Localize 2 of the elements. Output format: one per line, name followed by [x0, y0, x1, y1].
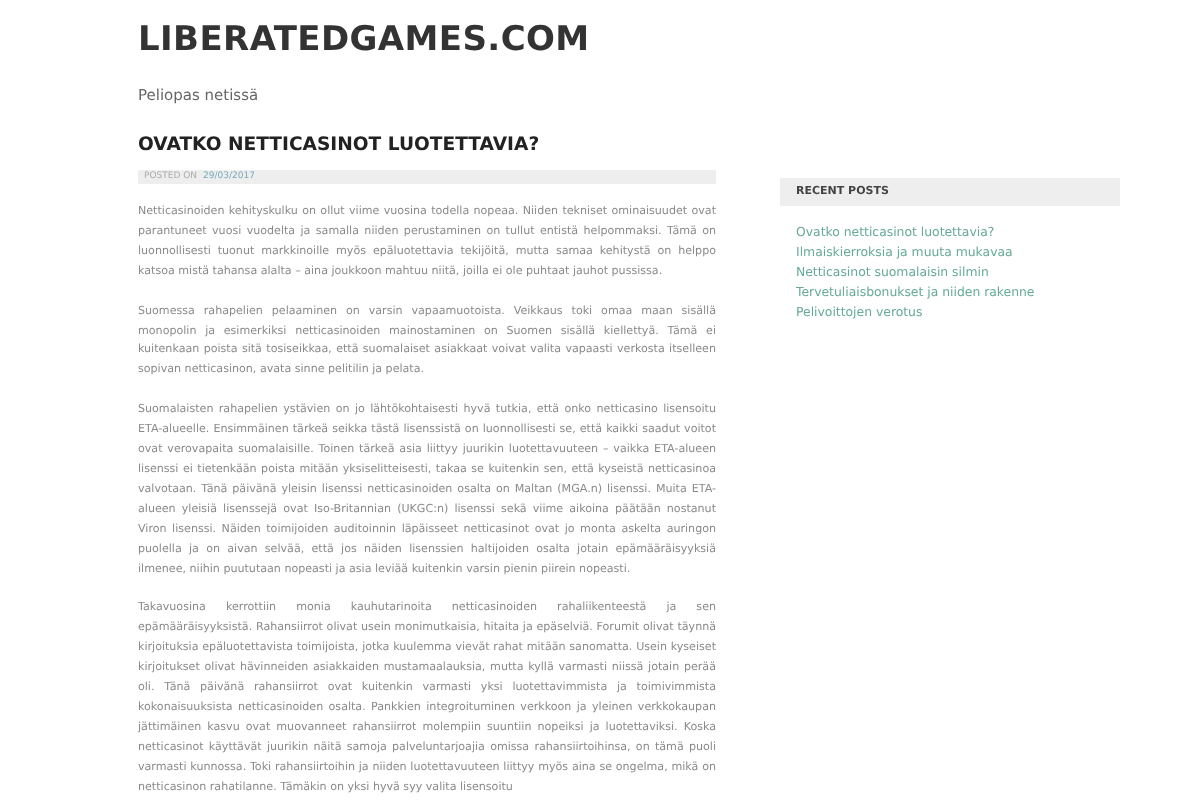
- post-title[interactable]: OVATKO NETTICASINOT LUOTETTAVIA?: [138, 134, 540, 156]
- site-title[interactable]: LIBERATEDGAMES.COM: [138, 20, 590, 60]
